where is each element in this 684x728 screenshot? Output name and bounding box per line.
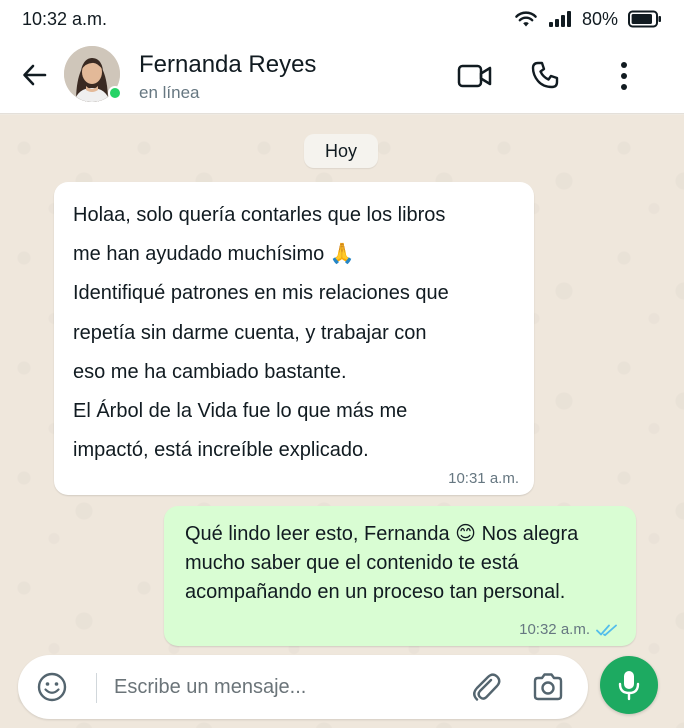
message-line: impactó, está increíble explicado. xyxy=(73,439,369,462)
camera-icon[interactable] xyxy=(532,672,564,702)
message-line: eso me ha cambiado bastante. xyxy=(73,360,347,383)
paperclip-icon[interactable] xyxy=(470,671,502,705)
wifi-icon xyxy=(515,11,537,27)
chat-header: Fernanda Reyes en línea xyxy=(0,38,684,114)
message-time: 10:31 a.m. xyxy=(448,470,519,487)
battery-icon xyxy=(628,10,661,28)
message-meta: 10:32 a.m. xyxy=(519,621,618,638)
contact-avatar[interactable] xyxy=(64,46,122,102)
online-indicator xyxy=(108,86,122,100)
status-time: 10:32 a.m. xyxy=(22,8,108,29)
message-line: Qué lindo leer esto, Fernanda 😊 Nos aleg… xyxy=(185,523,579,545)
contact-name[interactable]: Fernanda Reyes xyxy=(139,51,316,79)
date-separator: Hoy xyxy=(304,134,378,168)
video-camera-icon[interactable] xyxy=(457,63,493,89)
status-icons: 80% xyxy=(514,9,662,30)
signal-icon xyxy=(548,11,571,27)
emoji-icon[interactable] xyxy=(36,671,68,703)
message-line: Identifiqué patrones en mis relaciones q… xyxy=(73,282,449,305)
status-bar: 10:32 a.m. 80% xyxy=(0,0,684,38)
message-line: me han ayudado muchísimo 🙏 xyxy=(73,243,355,266)
back-arrow-icon[interactable] xyxy=(20,60,50,90)
message-line: Holaa, solo quería contarles que los lib… xyxy=(73,204,446,226)
message-composer xyxy=(18,655,588,719)
outgoing-message[interactable]: Qué lindo leer esto, Fernanda 😊 Nos aleg… xyxy=(164,506,636,646)
message-time: 10:32 a.m. xyxy=(519,621,590,638)
double-check-icon xyxy=(596,624,617,636)
contact-status: en línea xyxy=(139,83,200,102)
message-line: mucho saber que el contenido te está xyxy=(185,552,519,574)
voice-record-button[interactable] xyxy=(600,656,658,714)
message-input[interactable] xyxy=(114,671,454,703)
message-line: repetía sin darme cuenta, y trabajar con xyxy=(73,321,427,344)
composer-divider xyxy=(96,673,97,703)
microphone-icon xyxy=(618,671,640,701)
battery-percent: 80% xyxy=(581,8,618,29)
more-vertical-icon[interactable] xyxy=(617,60,631,92)
message-line: acompañando en un proceso tan personal. xyxy=(185,581,566,603)
incoming-message[interactable]: Holaa, solo quería contarles que los lib… xyxy=(54,182,534,495)
message-line: El Árbol de la Vida fue lo que más me xyxy=(73,400,408,423)
phone-icon[interactable] xyxy=(530,60,560,90)
